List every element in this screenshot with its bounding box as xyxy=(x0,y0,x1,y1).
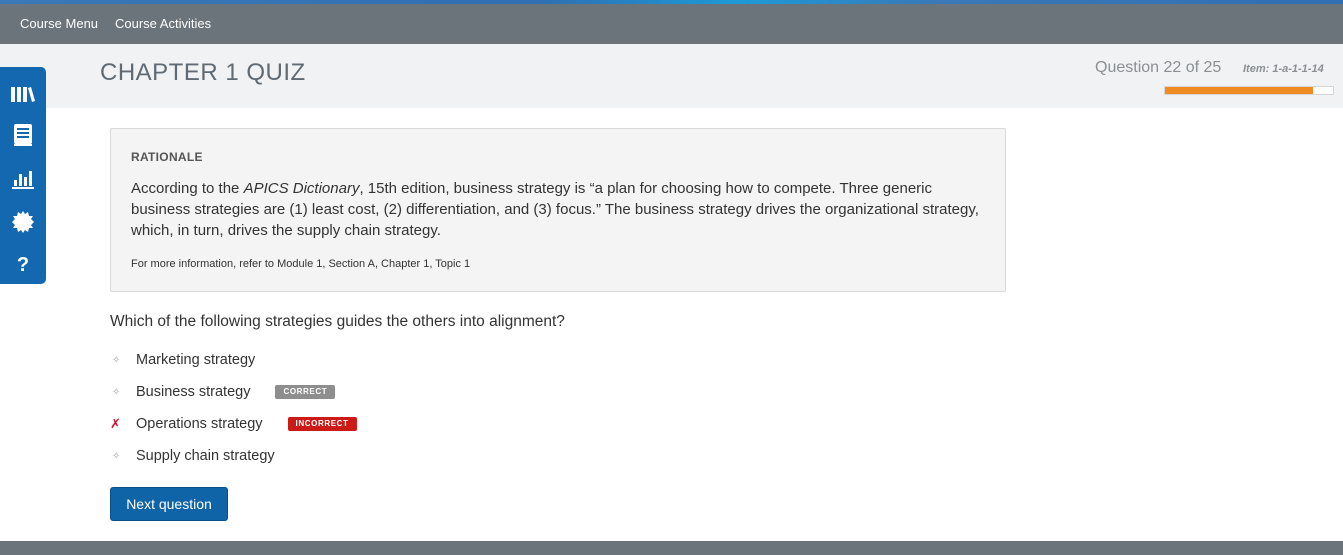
bottom-bar xyxy=(0,541,1343,555)
progress-bar xyxy=(1164,86,1334,95)
option-bullet-icon: ✧ xyxy=(112,450,121,462)
correct-badge: CORRECT xyxy=(275,385,336,399)
option-label: Business strategy xyxy=(136,384,251,400)
rationale-panel: RATIONALE According to the APICS Diction… xyxy=(110,128,1006,292)
page-title: CHAPTER 1 QUIZ xyxy=(100,59,306,86)
answer-option[interactable]: ✧ Marketing strategy xyxy=(110,350,255,370)
rationale-reference: For more information, refer to Module 1,… xyxy=(131,258,471,270)
bar-chart-icon[interactable] xyxy=(9,166,37,192)
answer-option[interactable]: ✧ Supply chain strategy xyxy=(110,446,275,466)
incorrect-x-icon: ✗ xyxy=(110,416,121,431)
incorrect-badge: INCORRECT xyxy=(287,417,357,431)
settings-gear-icon[interactable] xyxy=(9,209,37,235)
page-header: CHAPTER 1 QUIZ Question 22 of 25 Item: 1… xyxy=(0,44,1343,108)
book-icon[interactable] xyxy=(9,122,37,148)
rationale-text-start: According to the xyxy=(131,180,244,197)
option-label: Operations strategy xyxy=(136,416,263,432)
answer-option[interactable]: ✧ Business strategy CORRECT xyxy=(110,382,336,402)
question-counter: Question 22 of 25 xyxy=(1095,59,1222,76)
option-label: Supply chain strategy xyxy=(136,448,275,464)
option-bullet-icon: ✧ xyxy=(112,386,121,398)
library-icon[interactable] xyxy=(9,81,37,107)
rationale-heading: RATIONALE xyxy=(131,150,203,164)
next-question-button[interactable]: Next question xyxy=(110,487,228,521)
course-menu-link[interactable]: Course Menu xyxy=(20,16,98,31)
sidebar-toolbar: ? xyxy=(0,67,46,284)
help-icon[interactable]: ? xyxy=(9,252,37,278)
rationale-source-title: APICS Dictionary xyxy=(243,180,360,197)
top-navbar: Course Menu Course Activities xyxy=(0,4,1343,44)
question-text: Which of the following strategies guides… xyxy=(110,313,565,330)
course-activities-link[interactable]: Course Activities xyxy=(115,16,211,31)
option-bullet-icon: ✧ xyxy=(112,354,121,366)
answer-option[interactable]: ✗ Operations strategy INCORRECT xyxy=(110,414,357,434)
progress-bar-fill xyxy=(1165,87,1313,94)
option-label: Marketing strategy xyxy=(136,352,256,368)
rationale-body: According to the APICS Dictionary, 15th … xyxy=(131,178,981,241)
item-id: Item: 1-a-1-1-14 xyxy=(1243,63,1324,75)
